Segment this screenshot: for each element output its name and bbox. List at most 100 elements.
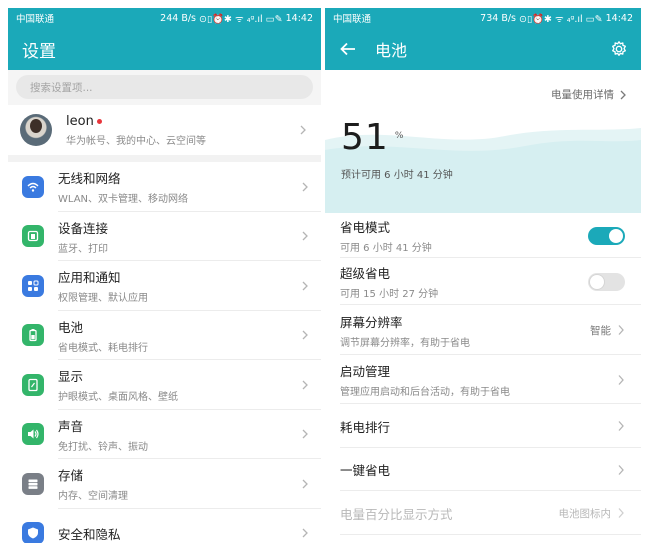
battery-estimate: 预计可用 6 小时 41 分钟 [341,170,453,181]
status-icons: ⊙▯⏰✱ ᯤ ₄ᵍ.ıl ▭✎ [519,13,603,25]
toggle-knob [609,228,623,243]
notification-dot [96,118,102,124]
row-title: 屏幕分辨率 [340,314,403,330]
chevron-right-icon [618,421,624,431]
battery-titlebar: 电池 [325,28,641,70]
usage-details-link[interactable]: 电量使用详情 [551,87,627,102]
settings-item-security[interactable]: 安全和隐私 [8,509,321,543]
settings-item-title: 显示 [58,369,84,385]
row-text: 省电模式 可用 6 小时 41 分钟 [340,217,588,254]
back-arrow-icon[interactable] [339,40,357,58]
settings-item-apps[interactable]: 应用和通知 权限管理、默认应用 [8,261,321,311]
chevron-right-icon [302,528,308,538]
row-text: 启动管理 管理应用启动和后台活动，有助于省电 [340,361,617,398]
network-speed: 734 B/s [480,12,516,24]
settings-item-device-connect[interactable]: 设备连接 蓝牙、打印 [8,212,321,262]
screenshot-root: 中国联通 244 B/s ⊙▯⏰✱ ᯤ ₄ᵍ.ıl ▭✎ 14:42 设置 搜索… [0,0,660,543]
row-subtitle: 管理应用启动和后台活动，有助于省电 [340,387,510,398]
chevron-right-icon [302,231,308,241]
carrier-label: 中国联通 [16,14,55,25]
power-saving-row[interactable]: 省电模式 可用 6 小时 41 分钟 [325,213,641,258]
chevron-right-icon [618,374,624,385]
settings-item-title: 电池 [58,319,84,335]
battery-icon [22,324,44,347]
apps-grid-icon [22,274,44,297]
row-subtitle: 调节屏幕分辨率，有助于省电 [340,337,470,349]
settings-header: 中国联通 244 B/s ⊙▯⏰✱ ᯤ ₄ᵍ.ıl ▭✎ 14:42 设置 [8,8,321,70]
settings-item-battery[interactable]: 电池 省电模式、耗电排行 [8,311,321,361]
usage-details-label: 电量使用详情 [551,89,614,101]
chevron-right-icon [620,90,626,99]
row-title: 耗电排行 [340,419,391,435]
settings-item-wireless[interactable]: 无线和网络 WLAN、双卡管理、移动网络 [8,162,321,212]
chevron-right-icon [302,182,308,192]
row-text: 超级省电 可用 15 小时 27 分钟 [340,263,588,300]
settings-item-title: 应用和通知 [58,270,121,286]
speaker-icon [22,423,44,446]
settings-item-sound[interactable]: 声音 免打扰、铃声、振动 [8,410,321,460]
battery-options-list: 省电模式 可用 6 小时 41 分钟 超级省电 可用 15 小时 27 分钟 屏… [325,213,641,535]
startup-management-row[interactable]: 启动管理 管理应用启动和后台活动，有助于省电 [325,355,641,404]
screen-resolution-row[interactable]: 屏幕分辨率 调节屏幕分辨率，有助于省电 智能 [325,305,641,355]
battery-percent-value: 51 [341,117,389,158]
search-area: 搜索设置项... [8,70,321,105]
settings-item-subtitle: 护眼模式、桌面风格、壁纸 [58,392,178,404]
account-text: leon 华为帐号、我的中心、云空间等 [66,114,297,147]
row-text: 一键省电 [340,460,617,479]
settings-item-subtitle: WLAN、双卡管理、移动网络 [58,194,189,206]
device-connect-icon [22,225,44,248]
row-title: 省电模式 [340,220,391,235]
settings-list: 无线和网络 WLAN、双卡管理、移动网络 设备连接 蓝牙、打印 应用和通知 权限… [8,162,321,543]
row-subtitle: 可用 6 小时 41 分钟 [340,243,432,254]
account-name: leon [66,113,94,129]
chevron-right-icon [302,380,308,390]
status-right: 734 B/s ⊙▯⏰✱ ᯤ ₄ᵍ.ıl ▭✎ 14:42 [480,12,633,25]
toggle-knob [590,274,604,289]
row-title: 电量百分比显示方式 [340,506,453,522]
settings-item-display[interactable]: 显示 护眼模式、桌面风格、壁纸 [8,360,321,410]
avatar [20,114,52,146]
gear-icon[interactable] [609,39,629,59]
settings-item-text: 设备连接 蓝牙、打印 [58,218,299,255]
account-row[interactable]: leon 华为帐号、我的中心、云空间等 [8,105,321,162]
settings-item-text: 声音 免打扰、铃声、振动 [58,416,299,453]
status-bar: 中国联通 244 B/s ⊙▯⏰✱ ᯤ ₄ᵍ.ıl ▭✎ 14:42 [8,8,321,28]
account-subtitle: 华为帐号、我的中心、云空间等 [66,135,206,147]
chevron-right-icon [302,429,308,439]
one-tap-saving-row[interactable]: 一键省电 [325,448,641,491]
search-input[interactable]: 搜索设置项... [16,75,313,99]
settings-screen: 中国联通 244 B/s ⊙▯⏰✱ ᯤ ₄ᵍ.ıl ▭✎ 14:42 设置 搜索… [8,8,321,543]
ultra-power-saving-toggle[interactable] [588,272,625,291]
row-text: 屏幕分辨率 调节屏幕分辨率，有助于省电 [340,312,590,349]
clock: 14:42 [285,12,313,24]
chevron-right-icon [618,325,624,335]
power-saving-toggle[interactable] [588,226,625,245]
network-speed: 244 B/s [160,12,196,24]
battery-summary-panel: 电量使用详情 51 % 预计可用 6 小时 41 分钟 [325,70,641,213]
status-right: 244 B/s ⊙▯⏰✱ ᯤ ₄ᵍ.ıl ▭✎ 14:42 [160,12,313,25]
clock: 14:42 [605,12,633,24]
row-value: 智能 [590,324,611,337]
settings-item-text: 安全和隐私 [58,524,299,543]
carrier-label: 中国联通 [333,14,372,25]
chevron-right-icon [618,508,624,518]
settings-item-storage[interactable]: 存储 内存、空间清理 [8,459,321,509]
battery-header: 中国联通 734 B/s ⊙▯⏰✱ ᯤ ₄ᵍ.ıl ▭✎ 14:42 电池 [325,8,641,70]
ultra-power-saving-row[interactable]: 超级省电 可用 15 小时 27 分钟 [325,258,641,305]
row-text: 电量百分比显示方式 [340,504,559,523]
status-bar: 中国联通 734 B/s ⊙▯⏰✱ ᯤ ₄ᵍ.ıl ▭✎ 14:42 [325,8,641,28]
row-title: 一键省电 [340,463,391,478]
settings-item-subtitle: 权限管理、默认应用 [58,293,148,305]
row-subtitle: 可用 15 小时 27 分钟 [340,289,439,300]
search-placeholder: 搜索设置项... [30,81,93,94]
settings-item-subtitle: 省电模式、耗电排行 [58,342,148,354]
settings-item-title: 声音 [58,418,84,434]
settings-item-text: 应用和通知 权限管理、默认应用 [58,267,299,304]
row-text: 耗电排行 [340,417,617,436]
power-ranking-row[interactable]: 耗电排行 [325,404,641,448]
percentage-display-row[interactable]: 电量百分比显示方式 电池图标内 [325,491,641,535]
chevron-right-icon [302,479,308,489]
row-title: 启动管理 [340,364,391,379]
settings-item-title: 无线和网络 [58,171,121,187]
battery-screen: 中国联通 734 B/s ⊙▯⏰✱ ᯤ ₄ᵍ.ıl ▭✎ 14:42 电池 电量… [325,8,641,543]
